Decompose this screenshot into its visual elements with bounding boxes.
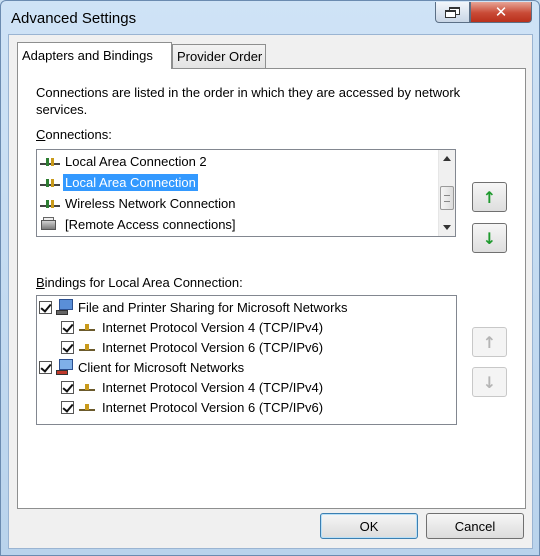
tree-item-label: Client for Microsoft Networks (78, 359, 245, 375)
list-item-label: Local Area Connection (63, 173, 198, 191)
arrow-down-icon: ↓ (482, 228, 497, 248)
title-bar[interactable]: Advanced Settings ✕ (1, 1, 539, 35)
connection-move-down-button[interactable]: ↓ (472, 223, 507, 253)
binding-move-up-button[interactable]: ↑ (472, 327, 507, 357)
protocol-icon (78, 340, 96, 354)
connections-scrollbar[interactable] (438, 150, 455, 236)
connection-move-up-button[interactable]: ↑ (472, 182, 507, 212)
binding-checkbox[interactable] (39, 360, 52, 374)
network-client-icon (56, 359, 74, 375)
tree-item-label: Internet Protocol Version 4 (TCP/IPv4) (102, 319, 324, 335)
protocol-icon (78, 380, 96, 394)
tree-item[interactable]: Internet Protocol Version 6 (TCP/IPv6) (61, 337, 323, 357)
arrow-down-icon: ↓ (482, 372, 497, 392)
tree-item-label: Internet Protocol Version 6 (TCP/IPv6) (102, 399, 324, 415)
dialog-client-area: Adapters and Bindings Provider Order Con… (8, 34, 533, 549)
binding-checkbox[interactable] (61, 380, 74, 394)
list-item-label: Local Area Connection 2 (65, 153, 207, 169)
list-item[interactable]: Local Area Connection (39, 172, 198, 192)
file-printer-sharing-icon (56, 299, 74, 315)
tree-item-label: File and Printer Sharing for Microsoft N… (78, 299, 348, 315)
bindings-label: Bindings for Local Area Connection: (36, 275, 243, 290)
arrow-up-icon: ↑ (482, 187, 497, 207)
binding-checkbox[interactable] (39, 300, 52, 314)
description-text: Connections are listed in the order in w… (36, 85, 461, 117)
tree-item[interactable]: Client for Microsoft Networks (39, 357, 244, 377)
binding-move-down-button[interactable]: ↓ (472, 367, 507, 397)
tree-item-label: Internet Protocol Version 4 (TCP/IPv4) (102, 379, 324, 395)
list-item-label: [Remote Access connections] (65, 216, 236, 232)
advanced-settings-window: Advanced Settings ✕ Adapters and Binding… (0, 0, 540, 556)
connections-label: Connections: (36, 127, 112, 142)
restore-icon (444, 6, 461, 18)
tree-item[interactable]: File and Printer Sharing for Microsoft N… (39, 297, 347, 317)
ok-button[interactable]: OK (320, 513, 418, 539)
binding-checkbox[interactable] (61, 340, 74, 354)
network-adapter-icon (39, 195, 61, 211)
tab-provider-order[interactable]: Provider Order (172, 44, 266, 68)
tree-item[interactable]: Internet Protocol Version 6 (TCP/IPv6) (61, 397, 323, 417)
connections-listbox[interactable]: Local Area Connection 2 Local Area Conne… (36, 149, 456, 237)
cancel-button[interactable]: Cancel (426, 513, 524, 539)
list-item-label: Wireless Network Connection (65, 195, 236, 211)
tab-adapters-and-bindings[interactable]: Adapters and Bindings (17, 42, 172, 69)
list-item[interactable]: Local Area Connection 2 (39, 151, 209, 171)
binding-checkbox[interactable] (61, 400, 74, 414)
network-adapter-icon (39, 153, 61, 169)
tab-panel: Connections are listed in the order in w… (17, 68, 526, 509)
tree-item[interactable]: Internet Protocol Version 4 (TCP/IPv4) (61, 317, 323, 337)
protocol-icon (78, 320, 96, 334)
binding-checkbox[interactable] (61, 320, 74, 334)
tree-item[interactable]: Internet Protocol Version 4 (TCP/IPv4) (61, 377, 323, 397)
list-item[interactable]: [Remote Access connections] (39, 214, 238, 234)
close-icon: ✕ (494, 2, 508, 21)
close-button[interactable]: ✕ (470, 2, 532, 23)
list-item[interactable]: Wireless Network Connection (39, 193, 238, 213)
restore-button[interactable] (435, 2, 470, 23)
arrow-up-icon: ↑ (482, 332, 497, 352)
network-adapter-icon (39, 174, 61, 190)
scroll-down-icon[interactable] (443, 225, 451, 230)
remote-access-icon (39, 216, 61, 232)
tree-item-label: Internet Protocol Version 6 (TCP/IPv6) (102, 339, 324, 355)
window-title: Advanced Settings (11, 10, 137, 27)
scroll-up-icon[interactable] (443, 156, 451, 161)
bindings-tree[interactable]: File and Printer Sharing for Microsoft N… (36, 295, 457, 425)
scroll-thumb[interactable] (440, 186, 454, 210)
protocol-icon (78, 400, 96, 414)
